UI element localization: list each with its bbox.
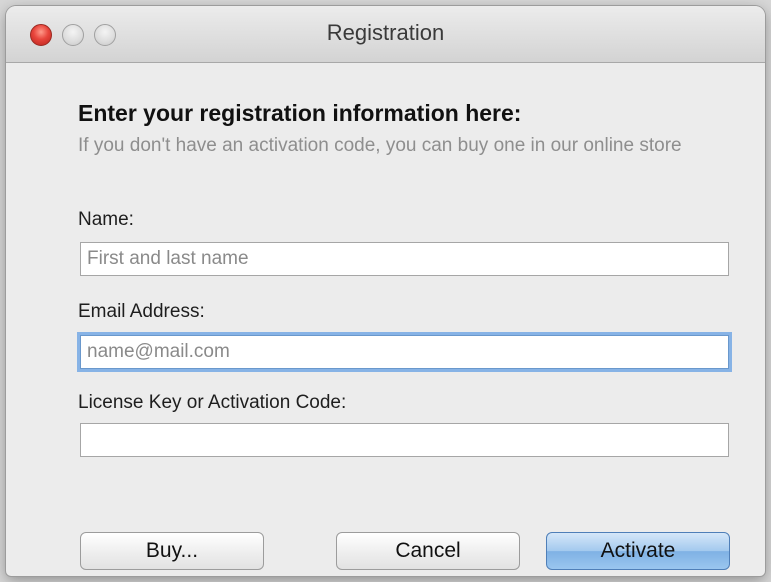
buy-button[interactable]: Buy... bbox=[80, 532, 264, 570]
email-label: Email Address: bbox=[78, 301, 205, 322]
name-input[interactable] bbox=[80, 242, 729, 276]
email-input[interactable] bbox=[80, 335, 729, 369]
title-bar[interactable]: Registration bbox=[6, 6, 765, 63]
license-label: License Key or Activation Code: bbox=[78, 392, 347, 413]
dialog-content: Enter your registration information here… bbox=[6, 63, 765, 576]
registration-window: Registration Enter your registration inf… bbox=[6, 6, 765, 576]
activate-button[interactable]: Activate bbox=[546, 532, 730, 570]
window-title: Registration bbox=[326, 20, 445, 45]
cancel-button[interactable]: Cancel bbox=[336, 532, 520, 570]
name-label: Name: bbox=[78, 209, 134, 230]
license-key-input[interactable] bbox=[80, 423, 729, 457]
form-heading: Enter your registration information here… bbox=[78, 100, 522, 126]
form-subtext: If you don't have an activation code, yo… bbox=[78, 135, 682, 156]
